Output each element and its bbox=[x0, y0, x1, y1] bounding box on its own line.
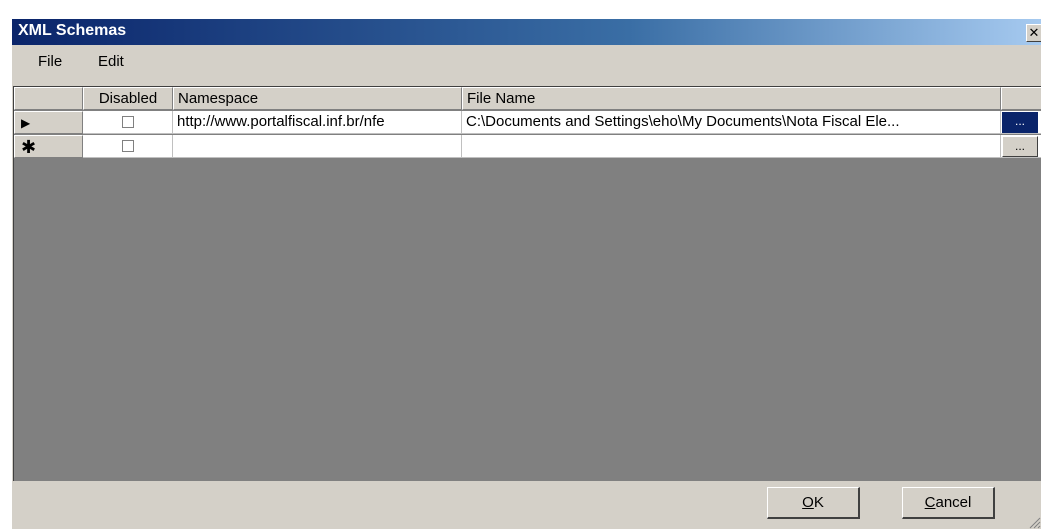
xml-schemas-window: XML Schemas ✕ File Edit Disabled Namespa… bbox=[12, 19, 1041, 529]
resize-grip-icon[interactable] bbox=[1027, 515, 1041, 529]
namespace-cell[interactable]: http://www.portalfiscal.inf.br/nfe bbox=[173, 111, 462, 134]
disabled-cell bbox=[83, 135, 173, 158]
column-header-file-name[interactable]: File Name bbox=[462, 87, 1001, 110]
window-title: XML Schemas bbox=[18, 22, 127, 39]
disabled-checkbox[interactable] bbox=[121, 116, 134, 128]
close-icon[interactable]: ✕ bbox=[1026, 24, 1041, 42]
ok-label-rest: K bbox=[813, 493, 824, 511]
schemas-grid: Disabled Namespace File Name ▶ http://ww… bbox=[13, 86, 1041, 482]
disabled-cell bbox=[83, 111, 173, 134]
browse-cell: ... bbox=[1001, 135, 1041, 158]
menu-edit[interactable]: Edit bbox=[98, 53, 124, 70]
menu-bar: File Edit bbox=[12, 45, 1041, 79]
title-bar[interactable]: XML Schemas ✕ bbox=[12, 19, 1041, 45]
column-header-namespace[interactable]: Namespace bbox=[173, 87, 462, 110]
browse-cell: ... bbox=[1001, 111, 1041, 134]
button-bar: OK Cancel bbox=[12, 481, 1041, 529]
file-name-cell[interactable] bbox=[462, 135, 1001, 158]
browse-button[interactable]: ... bbox=[1002, 112, 1038, 133]
column-header-browse bbox=[1001, 87, 1041, 110]
disabled-checkbox[interactable] bbox=[121, 140, 134, 152]
cancel-button[interactable]: Cancel bbox=[902, 487, 995, 519]
row-indicator-new[interactable]: ✱ bbox=[14, 135, 83, 158]
grid-header-row: Disabled Namespace File Name bbox=[14, 87, 1041, 111]
column-header-disabled[interactable]: Disabled bbox=[83, 87, 173, 110]
row-header-corner bbox=[14, 87, 83, 110]
table-row-new[interactable]: ✱ ... bbox=[14, 135, 1041, 159]
ok-button[interactable]: OK bbox=[767, 487, 860, 519]
ok-mnemonic: O bbox=[802, 493, 814, 511]
table-row[interactable]: ▶ http://www.portalfiscal.inf.br/nfe C:\… bbox=[14, 111, 1041, 135]
row-indicator-current[interactable]: ▶ bbox=[14, 111, 83, 134]
namespace-cell[interactable] bbox=[173, 135, 462, 158]
menu-file[interactable]: File bbox=[38, 53, 62, 70]
cancel-mnemonic: C bbox=[924, 493, 936, 511]
cancel-label-rest: ancel bbox=[935, 493, 972, 511]
file-name-cell[interactable]: C:\Documents and Settings\eho\My Documen… bbox=[462, 111, 1001, 134]
browse-button[interactable]: ... bbox=[1002, 136, 1038, 157]
